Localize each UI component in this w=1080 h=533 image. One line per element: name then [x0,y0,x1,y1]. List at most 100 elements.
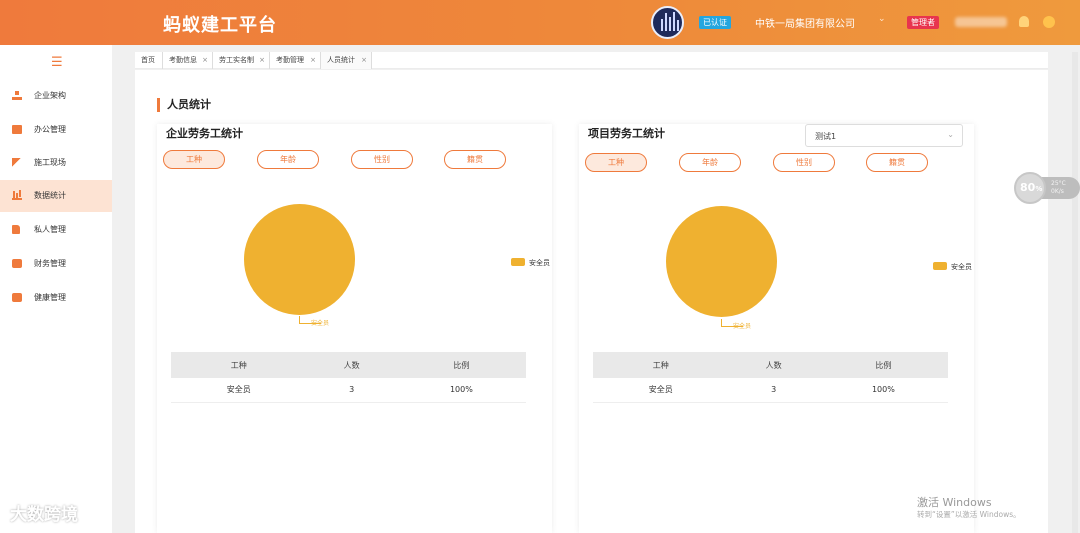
column-header: 工种 [593,352,729,378]
company-selector[interactable]: 中铁一局集团有限公司 [755,15,855,30]
table-row: 安全员 3 100% [171,378,526,403]
page-scrollbar[interactable] [1072,52,1078,533]
filter-chip-origin[interactable]: 籍贯 [866,153,928,172]
legend-label: 安全员 [529,259,550,267]
close-icon[interactable]: × [202,52,208,69]
close-icon[interactable]: × [361,52,367,69]
sidebar: ☰ 企业架构 办公管理 施工现场 数据统计 私人管理 财务管理 健康管理 [0,45,112,533]
card-title: 项目劳务工统计 [588,127,665,140]
bar-chart-icon [12,191,22,200]
table-cell: 安全员 [171,378,307,403]
health-kit-icon [12,293,22,302]
sidebar-item-health[interactable]: 健康管理 [0,282,112,314]
hammer-icon [12,158,22,167]
close-icon[interactable]: × [259,52,265,69]
role-badge: 管理者 [907,16,939,29]
column-header: 比例 [396,352,526,378]
table-row: 安全员 3 100% [593,378,948,403]
briefcase-icon [12,125,22,134]
org-chart-icon [12,91,22,100]
filter-chip-gender[interactable]: 性别 [773,153,835,172]
gauge-temp: 25°C [1051,180,1066,187]
legend-swatch [511,258,525,266]
tab-label: 首页 [141,56,155,64]
system-monitor-widget[interactable]: 80% 25°C 0K/s [1014,172,1080,204]
table-cell: 100% [818,378,948,403]
sidebar-item-label: 私人管理 [34,225,66,234]
column-header: 人数 [306,352,397,378]
select-value: 测试1 [815,132,837,141]
wallet-icon [12,259,22,268]
table-cell: 安全员 [593,378,729,403]
gauge-unit: % [1035,185,1043,193]
table-cell: 100% [396,378,526,403]
stats-table: 工种 人数 比例 安全员 3 100% [593,352,948,403]
gauge-value: 80 [1020,181,1036,194]
project-stats-card [579,124,974,533]
table-cell: 3 [728,378,819,403]
page-title: 人员统计 [157,98,211,112]
document-icon [12,225,20,234]
legend-label: 安全员 [951,263,972,271]
column-header: 工种 [171,352,307,378]
stats-table: 工种 人数 比例 安全员 3 100% [171,352,526,403]
tab-label: 考勤管理 [276,56,304,64]
column-header: 人数 [728,352,819,378]
windows-activation-title: 激活 Windows [917,496,992,509]
filter-chip-trade[interactable]: 工种 [163,150,225,169]
gauge-speed: 0K/s [1051,188,1064,195]
sidebar-item-office[interactable]: 办公管理 [0,114,112,146]
username[interactable] [955,17,1007,27]
filter-chip-trade[interactable]: 工种 [585,153,647,172]
table-header-row: 工种 人数 比例 [171,352,526,378]
sidebar-item-label: 办公管理 [34,125,66,134]
filter-chip-gender[interactable]: 性别 [351,150,413,169]
tab-bar: 首页 考勤信息 × 劳工实名制 × 考勤管理 × 人员统计 × [135,52,1048,69]
table-cell: 3 [306,378,397,403]
verified-badge: 已认证 [699,16,731,29]
tab-attendance-info[interactable]: 考勤信息 × [163,52,213,69]
sidebar-item-site[interactable]: 施工现场 [0,147,112,179]
bell-icon[interactable] [1019,16,1029,27]
gauge-percent: 80% [1020,181,1042,194]
tab-label: 考勤信息 [169,56,197,64]
enterprise-stats-card [157,124,552,533]
project-select[interactable]: 测试1 ⌄ [805,124,963,147]
card-title: 企业劳务工统计 [166,127,243,140]
sidebar-item-label: 数据统计 [34,191,66,200]
tab-staff-stats[interactable]: 人员统计 × [321,52,372,69]
pie-data-label: 安全员 [311,320,330,327]
avatar[interactable] [1043,16,1055,28]
pie-data-label: 安全员 [733,323,752,330]
filter-chip-age[interactable]: 年龄 [257,150,319,169]
tab-home[interactable]: 首页 [135,52,163,69]
chevron-down-icon: ⌄ [947,130,954,139]
windows-activation-hint: 转到“设置”以激活 Windows。 [917,510,1021,519]
sidebar-item-stats[interactable]: 数据统计 [0,180,112,212]
table-header-row: 工种 人数 比例 [593,352,948,378]
sidebar-item-label: 企业架构 [34,91,66,100]
top-header: 蚂蚁建工平台 已认证 中铁一局集团有限公司 ⌄ 管理者 [0,0,1080,45]
column-header: 比例 [818,352,948,378]
filter-chip-origin[interactable]: 籍贯 [444,150,506,169]
tab-label: 劳工实名制 [219,56,254,64]
sidebar-item-label: 健康管理 [34,293,66,302]
sidebar-item-private[interactable]: 私人管理 [0,214,112,246]
sidebar-item-finance[interactable]: 财务管理 [0,248,112,280]
sidebar-item-label: 财务管理 [34,259,66,268]
menu-toggle-icon[interactable]: ☰ [51,55,63,70]
legend-swatch [933,262,947,270]
pie-slice [244,204,355,315]
chevron-down-icon[interactable]: ⌄ [878,14,886,24]
company-logo-icon [651,6,684,39]
tab-real-name[interactable]: 劳工实名制 × [213,52,270,69]
filter-chip-age[interactable]: 年龄 [679,153,741,172]
close-icon[interactable]: × [310,52,316,69]
watermark: 大数跨境 [10,505,78,525]
tab-label: 人员统计 [327,56,355,64]
sidebar-item-org[interactable]: 企业架构 [0,80,112,112]
sidebar-item-label: 施工现场 [34,158,66,167]
brand-title: 蚂蚁建工平台 [163,15,277,36]
tab-attendance-mgmt[interactable]: 考勤管理 × [270,52,321,69]
pie-slice [666,206,777,317]
